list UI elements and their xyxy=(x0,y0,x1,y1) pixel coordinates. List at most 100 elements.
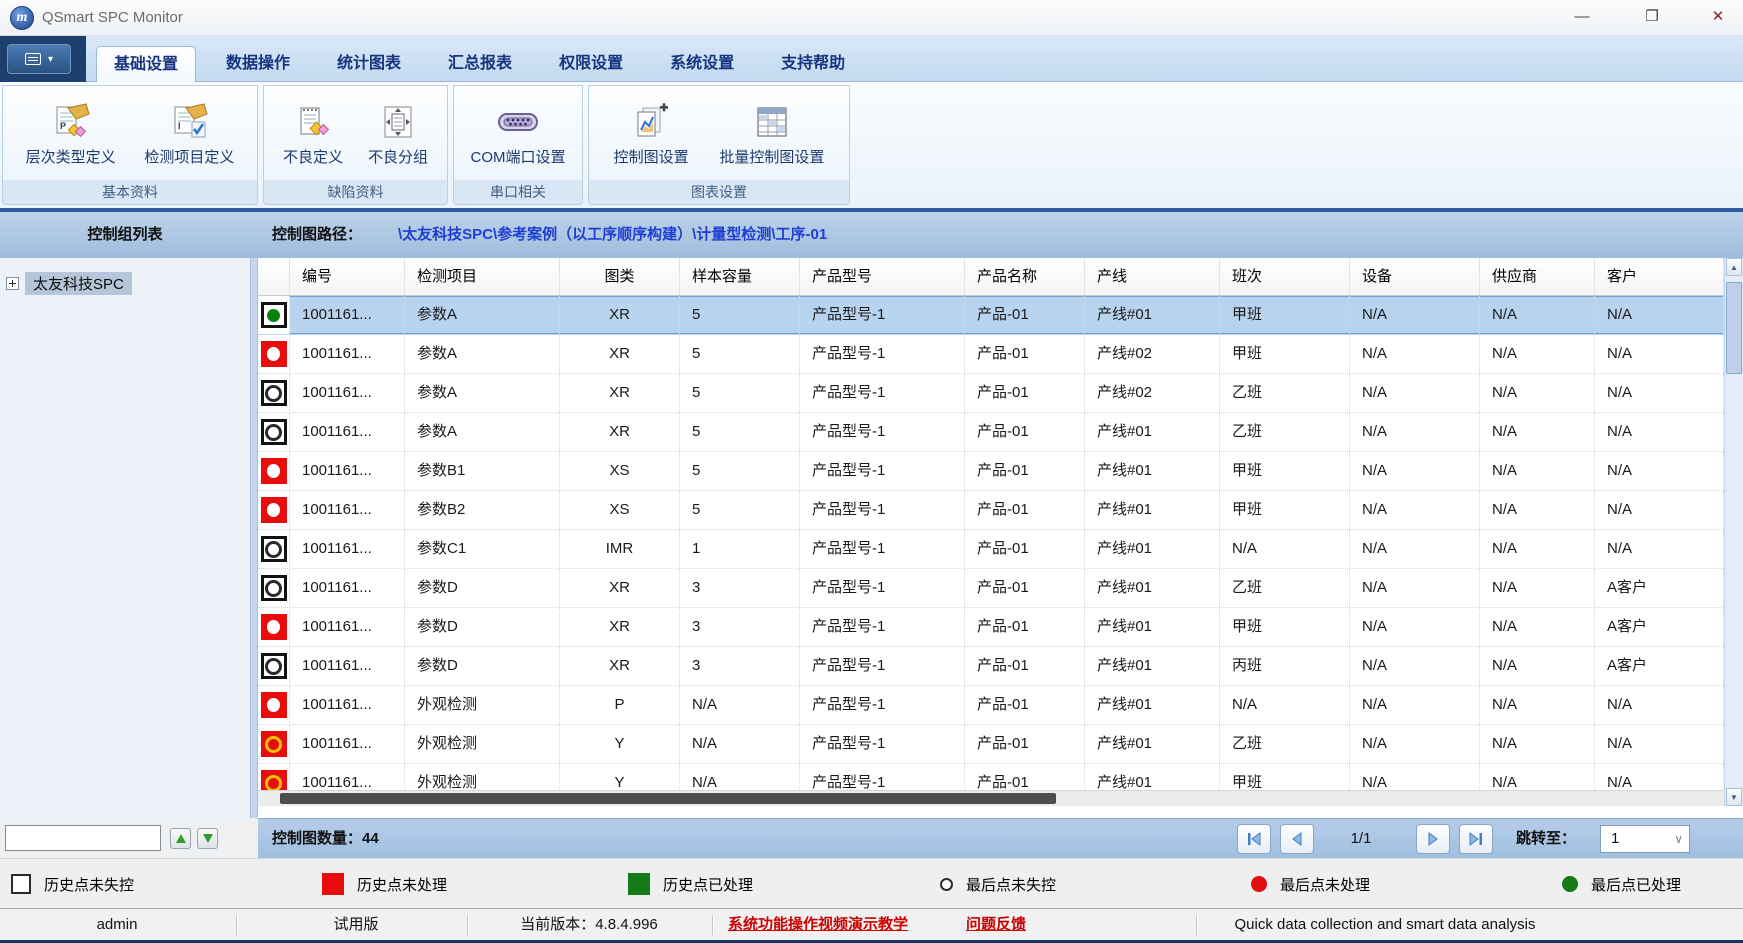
table-cell: 产线#01 xyxy=(1085,491,1220,529)
vertical-scrollbar-thumb[interactable] xyxy=(1726,282,1742,374)
tree-node-label[interactable]: 太友科技SPC xyxy=(25,271,132,295)
table-header-10[interactable]: 供应商 xyxy=(1480,258,1595,295)
ribbon-button-inspection-item[interactable]: I 检测项目定义 xyxy=(138,100,240,169)
maximize-button[interactable]: ❐ xyxy=(1630,3,1674,31)
table-row[interactable]: 1001161... 参数D XR 3 产品型号-1 产品-01 产线#01 甲班 N/A N/A… xyxy=(258,608,1724,647)
table-header-3[interactable]: 图类 xyxy=(560,258,680,295)
statusbar-link[interactable]: 问题反馈 xyxy=(966,909,1026,940)
table-row[interactable]: 1001161... 外观检测 Y N/A 产品型号-1 产品-01 产线#01 甲班 N/A N… xyxy=(258,764,1724,790)
table-cell: 产品-01 xyxy=(965,335,1085,373)
legend-square-outline-icon xyxy=(11,874,31,894)
horizontal-scrollbar[interactable] xyxy=(258,790,1724,806)
status-ring-icon xyxy=(260,419,287,445)
status-ring-icon xyxy=(260,380,287,406)
table-cell: 参数D xyxy=(405,647,560,685)
statusbar-link[interactable]: 系统功能操作视频演示教学 xyxy=(728,909,908,940)
table-header-9[interactable]: 设备 xyxy=(1350,258,1480,295)
panel-splitter[interactable] xyxy=(250,258,258,818)
table-row[interactable]: 1001161... 外观检测 P N/A 产品型号-1 产品-01 产线#01 N/A N/A… xyxy=(258,686,1724,725)
scroll-up-icon[interactable]: ▲ xyxy=(1726,258,1742,276)
search-input[interactable] xyxy=(5,825,161,851)
table-row[interactable]: 1001161... 参数A XR 5 产品型号-1 产品-01 产线#02 甲班 N/A N/A… xyxy=(258,335,1724,374)
next-page-button[interactable] xyxy=(1416,824,1450,854)
ribbon-button-defect-group[interactable]: 不良分组 xyxy=(362,100,434,169)
row-status-cell xyxy=(258,647,290,685)
tab-支持帮助[interactable]: 支持帮助 xyxy=(764,46,862,82)
horizontal-scrollbar-thumb[interactable] xyxy=(280,793,1056,804)
scroll-down-icon[interactable]: ▼ xyxy=(1726,788,1742,806)
app-menu-button[interactable]: ▾ xyxy=(7,44,71,74)
tab-系统设置[interactable]: 系统设置 xyxy=(653,46,751,82)
tab-统计图表[interactable]: 统计图表 xyxy=(320,46,418,82)
minimize-button[interactable]: — xyxy=(1560,3,1604,31)
ribbon-button-hierarchy-type[interactable]: P 层次类型定义 xyxy=(20,100,122,169)
vertical-scrollbar[interactable]: ▲ ▼ xyxy=(1724,258,1743,806)
close-button[interactable]: ✕ xyxy=(1696,3,1740,31)
ribbon-button-label: 批量控制图设置 xyxy=(719,148,825,166)
statusbar-text: 当前版本：4.8.4.996 xyxy=(520,916,658,933)
last-page-button[interactable] xyxy=(1459,824,1493,854)
table-header-status[interactable] xyxy=(258,258,290,295)
table-header-6[interactable]: 产品名称 xyxy=(965,258,1085,295)
table-cell: 甲班 xyxy=(1220,296,1350,334)
ribbon-button-label: 不良分组 xyxy=(367,148,428,166)
tree-expand-icon[interactable] xyxy=(6,276,19,290)
table-header-1[interactable]: 编号 xyxy=(290,258,405,295)
table-header-8[interactable]: 班次 xyxy=(1220,258,1350,295)
row-status-cell xyxy=(258,725,290,763)
table-cell: 产线#01 xyxy=(1085,725,1220,763)
row-status-cell xyxy=(258,530,290,568)
ribbon-button-control-chart[interactable]: 控制图设置 xyxy=(608,100,695,169)
table-cell: 产线#01 xyxy=(1085,764,1220,790)
table-row[interactable]: 1001161... 参数B2 XS 5 产品型号-1 产品-01 产线#01 甲班 N/A N/… xyxy=(258,491,1724,530)
table-row[interactable]: 1001161... 参数B1 XS 5 产品型号-1 产品-01 产线#01 甲班 N/A N/… xyxy=(258,452,1724,491)
prev-page-icon xyxy=(1292,832,1302,846)
tab-基础设置[interactable]: 基础设置 xyxy=(96,46,197,82)
tree-node-root[interactable]: 太友科技SPC xyxy=(6,271,132,295)
table-cell: 1001161... xyxy=(290,647,405,685)
table-header-2[interactable]: 检测项目 xyxy=(405,258,560,295)
table-cell: 甲班 xyxy=(1220,335,1350,373)
table-cell: XS xyxy=(560,491,680,529)
table-cell: 参数D xyxy=(405,569,560,607)
table-row[interactable]: 1001161... 参数A XR 5 产品型号-1 产品-01 产线#02 乙班 N/A N/A… xyxy=(258,374,1724,413)
table-cell: N/A xyxy=(1595,491,1724,529)
table-cell: 产品-01 xyxy=(965,764,1085,790)
table-cell: N/A xyxy=(1595,530,1724,568)
table-cell: XR xyxy=(560,647,680,685)
table-row[interactable]: 1001161... 参数C1 IMR 1 产品型号-1 产品-01 产线#01 N/A N/A… xyxy=(258,530,1724,569)
table-header-4[interactable]: 样本容量 xyxy=(680,258,800,295)
table-cell: 产品型号-1 xyxy=(800,608,965,646)
table-header-11[interactable]: 客户 xyxy=(1595,258,1724,295)
status-legend-bar: 历史点未失控 历史点未处理 历史点已处理 最后点未失控 最后点未处理 最后点已处理 xyxy=(0,858,1743,908)
table-row[interactable]: 1001161... 外观检测 Y N/A 产品型号-1 产品-01 产线#01 乙班 N/A N… xyxy=(258,725,1724,764)
table-cell: 1001161... xyxy=(290,335,405,373)
table-header-5[interactable]: 产品型号 xyxy=(800,258,965,295)
first-page-button[interactable] xyxy=(1237,824,1271,854)
ribbon-button-com-port[interactable]: COM端口设置 xyxy=(465,100,572,169)
prev-page-button[interactable] xyxy=(1280,824,1314,854)
table-row[interactable]: 1001161... 参数D XR 3 产品型号-1 产品-01 产线#01 丙班 N/A N/A… xyxy=(258,647,1724,686)
jump-to-dropdown[interactable]: 1 ∨ xyxy=(1600,825,1690,853)
ribbon-button-batch-control-chart[interactable]: 批量控制图设置 xyxy=(713,100,830,169)
table-row[interactable]: 1001161... 参数A XR 5 产品型号-1 产品-01 产线#01 乙班 N/A N/A… xyxy=(258,413,1724,452)
table-row[interactable]: 1001161... 参数D XR 3 产品型号-1 产品-01 产线#01 乙班 N/A N/A… xyxy=(258,569,1724,608)
table-row[interactable]: 1001161... 参数A XR 5 产品型号-1 产品-01 产线#01 甲班 N/A N/A… xyxy=(258,296,1724,335)
table-cell: 产品型号-1 xyxy=(800,686,965,724)
search-next-button[interactable] xyxy=(197,828,218,849)
table-header-7[interactable]: 产线 xyxy=(1085,258,1220,295)
table-cell: 乙班 xyxy=(1220,569,1350,607)
tab-数据操作[interactable]: 数据操作 xyxy=(209,46,307,82)
table-cell: N/A xyxy=(1595,296,1724,334)
ribbon-button-defect-define[interactable]: 不良定义 xyxy=(277,100,349,169)
table-cell: N/A xyxy=(680,686,800,724)
tab-汇总报表[interactable]: 汇总报表 xyxy=(431,46,529,82)
legend-item: 最后点未处理 xyxy=(1251,859,1370,909)
legend-label: 历史点未失控 xyxy=(44,876,135,894)
table-cell: N/A xyxy=(1350,296,1480,334)
tab-权限设置[interactable]: 权限设置 xyxy=(542,46,640,82)
table-cell: 甲班 xyxy=(1220,608,1350,646)
table-cell: N/A xyxy=(1480,725,1595,763)
search-prev-button[interactable] xyxy=(170,828,191,849)
hierarchy-type-icon: P xyxy=(50,102,92,142)
